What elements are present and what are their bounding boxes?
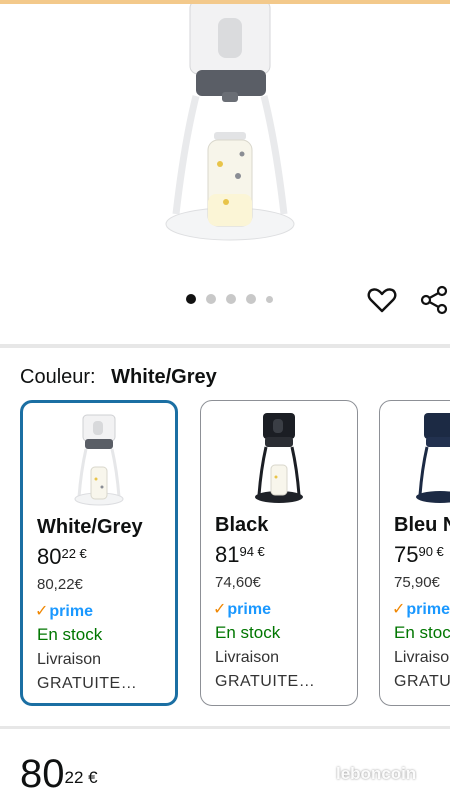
main-price: 8022 € (20, 752, 98, 796)
variant-product-image (416, 413, 450, 503)
variant-list-price: 75,90€ (394, 574, 440, 591)
delivery-free-text: GRATU (394, 673, 450, 690)
section-divider-bottom (0, 726, 450, 729)
color-selector-heading: Couleur: White/Grey (20, 366, 217, 389)
heart-outline-icon (367, 288, 397, 313)
bottle-warmer-illustration (165, 0, 295, 241)
delivery-free-text: GRATUITE… (215, 673, 316, 690)
carousel-dot-5[interactable] (266, 295, 273, 303)
variant-card-bleu-nuit[interactable]: Bleu N 7590 € 75,90€ ✓prime En stoc Livr… (379, 400, 450, 706)
prime-check-icon: ✓ (35, 603, 49, 620)
carousel-dot-3[interactable] (226, 294, 236, 304)
variant-name: White/Grey (37, 516, 143, 538)
variant-thumbnail (201, 409, 357, 509)
carousel-dot-1[interactable] (186, 294, 196, 304)
wishlist-button[interactable] (366, 284, 398, 316)
variant-thumbnail (23, 411, 175, 511)
prime-badge: ✓prime (213, 601, 271, 618)
leboncoin-watermark: leboncoin (336, 764, 417, 783)
variant-card-white-grey[interactable]: White/Grey 8022 € 80,22€ ✓prime En stock… (20, 400, 178, 706)
carousel-dot-2[interactable] (206, 294, 216, 304)
variant-list-price: 80,22€ (37, 576, 83, 593)
prime-badge: ✓prime (35, 603, 93, 620)
variant-product-image (74, 414, 124, 506)
stock-status: En stock (37, 625, 103, 644)
share-icon (420, 285, 448, 315)
variant-price: 8194 € (215, 542, 265, 567)
variant-price: 8022 € (37, 544, 87, 569)
delivery-free-text: GRATUITE… (37, 675, 138, 692)
color-variant-carousel[interactable]: White/Grey 8022 € 80,22€ ✓prime En stock… (20, 400, 450, 712)
variant-name: Bleu N (394, 514, 450, 536)
carousel-dot-4[interactable] (246, 294, 256, 304)
delivery-text: Livraiso (394, 649, 450, 666)
share-button[interactable] (418, 284, 450, 316)
section-divider (0, 344, 450, 348)
prime-check-icon: ✓ (392, 601, 406, 618)
variant-thumbnail (380, 409, 450, 509)
variant-card-black[interactable]: Black 8194 € 74,60€ ✓prime En stock Livr… (200, 400, 358, 706)
stock-status: En stoc (394, 623, 450, 642)
prime-check-icon: ✓ (213, 601, 227, 618)
image-carousel-dots[interactable] (186, 294, 273, 304)
variant-product-image (255, 413, 303, 503)
variant-list-price: 74,60€ (215, 574, 261, 591)
delivery-text: Livraison (37, 651, 102, 668)
variant-price: 7590 € (394, 542, 444, 567)
variant-name: Black (215, 514, 269, 536)
product-hero-image[interactable] (0, 0, 450, 284)
selected-color-value: White/Grey (111, 366, 217, 388)
prime-badge: ✓prime (392, 601, 450, 618)
stock-status: En stock (215, 623, 281, 642)
color-label: Couleur: (20, 366, 96, 388)
delivery-text: Livraison (215, 649, 280, 666)
